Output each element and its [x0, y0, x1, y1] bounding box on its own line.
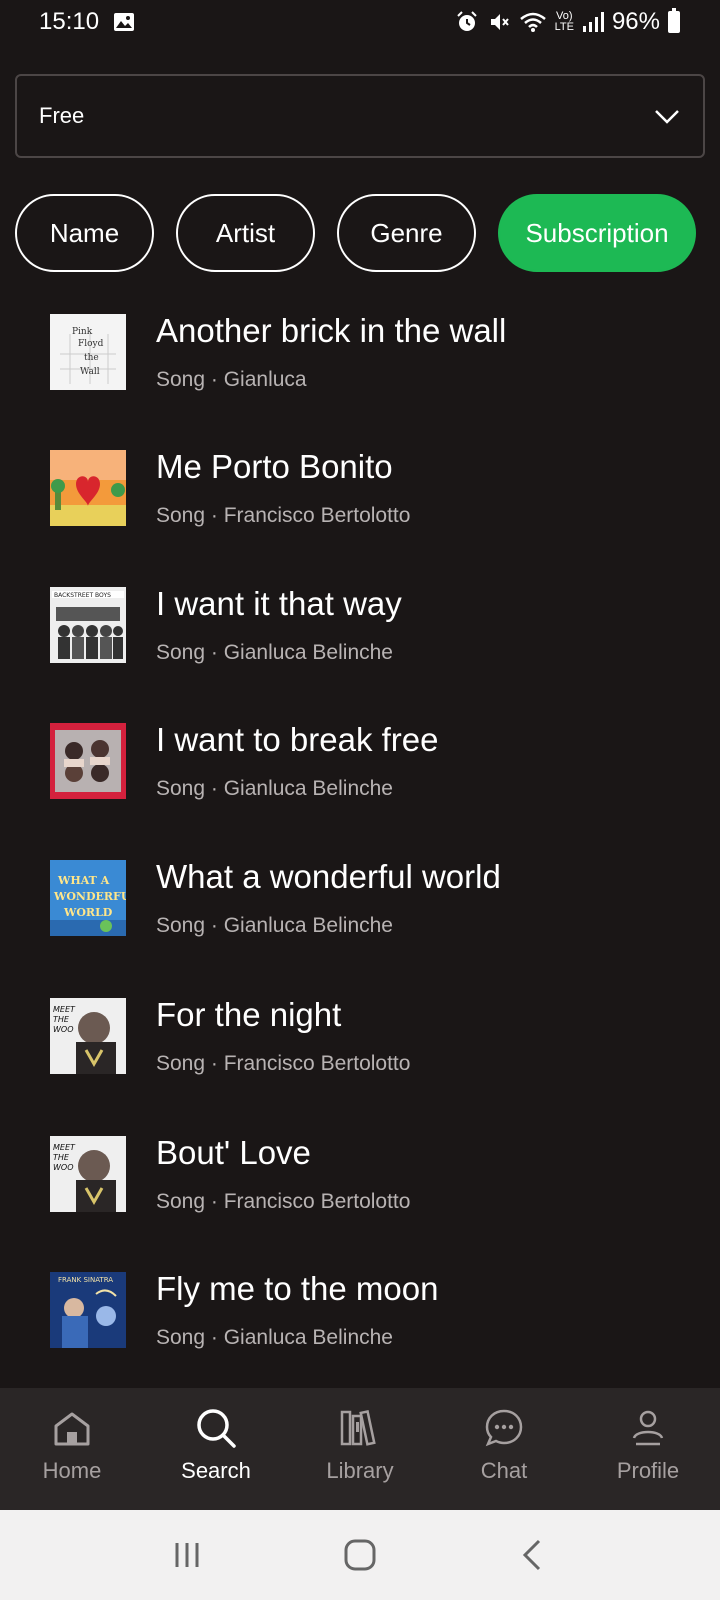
album-cover: Pink Floyd the Wall	[50, 314, 126, 390]
nav-label-profile: Profile	[616, 1458, 680, 1483]
song-title: What a wonderful world	[156, 858, 501, 895]
list-item[interactable]: I want to break free Song · Gianluca Bel…	[0, 709, 720, 844]
subscription-dropdown[interactable]: Free	[15, 74, 705, 158]
list-item[interactable]: Me Porto Bonito Song · Francisco Bertolo…	[0, 436, 720, 571]
chevron-down-icon	[655, 110, 679, 124]
svg-text:the: the	[84, 353, 99, 363]
svg-text:MEET: MEET	[53, 1143, 76, 1152]
album-cover: WHAT A WONDERFUL WORLD	[50, 860, 126, 936]
recent-apps-icon[interactable]	[167, 1535, 207, 1575]
list-item[interactable]: BACKSTREET BOYS I want it that way Song …	[0, 573, 720, 708]
song-subtitle: Song · Francisco Bertolotto	[156, 1052, 411, 1075]
list-item[interactable]: FRANK SINATRA Fly me to the moon Song · …	[0, 1258, 720, 1360]
library-icon	[340, 1410, 376, 1446]
song-subtitle: Song · Gianluca Belinche	[156, 914, 393, 937]
home-button-icon[interactable]	[340, 1535, 380, 1575]
nav-label-chat: Chat	[480, 1458, 528, 1483]
nav-item-library[interactable]: Library	[288, 1388, 432, 1510]
svg-text:FRANK SINATRA: FRANK SINATRA	[58, 1276, 113, 1284]
svg-text:WHAT A: WHAT A	[57, 874, 110, 887]
filter-chip-artist[interactable]: Artist	[176, 194, 315, 272]
svg-text:Wall: Wall	[80, 367, 100, 377]
back-icon[interactable]	[513, 1535, 553, 1575]
song-title: Bout' Love	[156, 1134, 311, 1171]
album-cover: MEET THE WOO	[50, 1136, 126, 1212]
home-icon	[54, 1412, 90, 1446]
song-title: For the night	[156, 996, 342, 1033]
song-subtitle: Song · Gianluca Belinche	[156, 777, 393, 800]
status-bar: 15:10 Vo) LTE 96%	[0, 0, 720, 44]
song-subtitle: Song · Francisco Bertolotto	[156, 1190, 411, 1213]
bottom-nav: Home Search Library Chat Profile	[0, 1388, 720, 1510]
system-nav-bar	[0, 1510, 720, 1600]
filter-chips: Name Artist Genre Subscription	[15, 194, 720, 274]
list-item[interactable]: MEET THE WOO For the night Song · Francisc…	[0, 984, 720, 1119]
filter-chip-name[interactable]: Name	[15, 194, 154, 272]
svg-text:THE: THE	[53, 1153, 70, 1162]
svg-text:BACKSTREET BOYS: BACKSTREET BOYS	[54, 592, 111, 599]
song-title: Fly me to the moon	[156, 1270, 439, 1307]
album-cover	[50, 450, 126, 526]
signal-icon	[582, 11, 604, 33]
svg-text:WOO: WOO	[53, 1163, 74, 1172]
song-subtitle: Song · Gianluca Belinche	[156, 641, 393, 664]
song-subtitle: Song · Gianluca	[156, 368, 307, 391]
battery-icon	[668, 8, 680, 33]
nav-label-search: Search	[181, 1458, 251, 1483]
svg-text:WOO: WOO	[53, 1025, 74, 1034]
subscription-dropdown-value: Free	[39, 103, 85, 128]
chat-icon	[485, 1409, 523, 1447]
song-title: Another brick in the wall	[156, 312, 507, 349]
album-cover: FRANK SINATRA	[50, 1272, 126, 1348]
list-item[interactable]: Pink Floyd the Wall Another brick in the wa…	[0, 300, 720, 435]
alarm-icon	[455, 10, 479, 34]
nav-item-profile[interactable]: Profile	[576, 1388, 720, 1510]
filter-chip-genre[interactable]: Genre	[337, 194, 476, 272]
song-title: I want to break free	[156, 721, 439, 758]
svg-text:MEET: MEET	[53, 1005, 76, 1014]
search-icon	[197, 1409, 236, 1448]
song-subtitle: Song · Gianluca Belinche	[156, 1326, 393, 1349]
svg-text:WONDERFUL: WONDERFUL	[53, 890, 126, 903]
album-cover: BACKSTREET BOYS	[50, 587, 126, 663]
nav-item-search[interactable]: Search	[144, 1388, 288, 1510]
svg-text:THE: THE	[53, 1015, 70, 1024]
status-time: 15:10	[39, 8, 100, 35]
mute-icon	[487, 10, 511, 34]
list-item[interactable]: WHAT A WONDERFUL WORLD What a wonderful wo…	[0, 846, 720, 981]
album-cover: MEET THE WOO	[50, 998, 126, 1074]
wifi-icon	[519, 10, 547, 34]
song-subtitle: Song · Francisco Bertolotto	[156, 504, 411, 527]
svg-text:Pink: Pink	[72, 327, 93, 337]
list-item[interactable]: MEET THE WOO Bout' Love Song · Francisco B…	[0, 1122, 720, 1257]
nav-item-chat[interactable]: Chat	[432, 1388, 576, 1510]
album-cover	[50, 723, 126, 799]
nav-item-home[interactable]: Home	[0, 1388, 144, 1510]
battery-percent: 96%	[611, 8, 660, 35]
svg-text:Floyd: Floyd	[78, 339, 104, 349]
song-title: Me Porto Bonito	[156, 448, 393, 485]
nav-label-library: Library	[326, 1458, 394, 1483]
filter-chip-subscription[interactable]: Subscription	[498, 194, 696, 272]
volte-icon: Vo) LTE	[554, 10, 574, 33]
nav-label-home: Home	[42, 1458, 102, 1483]
profile-icon	[632, 1410, 664, 1446]
gallery-notification-icon	[113, 12, 135, 32]
song-title: I want it that way	[156, 585, 402, 622]
svg-text:WORLD: WORLD	[63, 906, 113, 919]
song-list: Pink Floyd the Wall Another brick in the wa…	[0, 300, 720, 1360]
